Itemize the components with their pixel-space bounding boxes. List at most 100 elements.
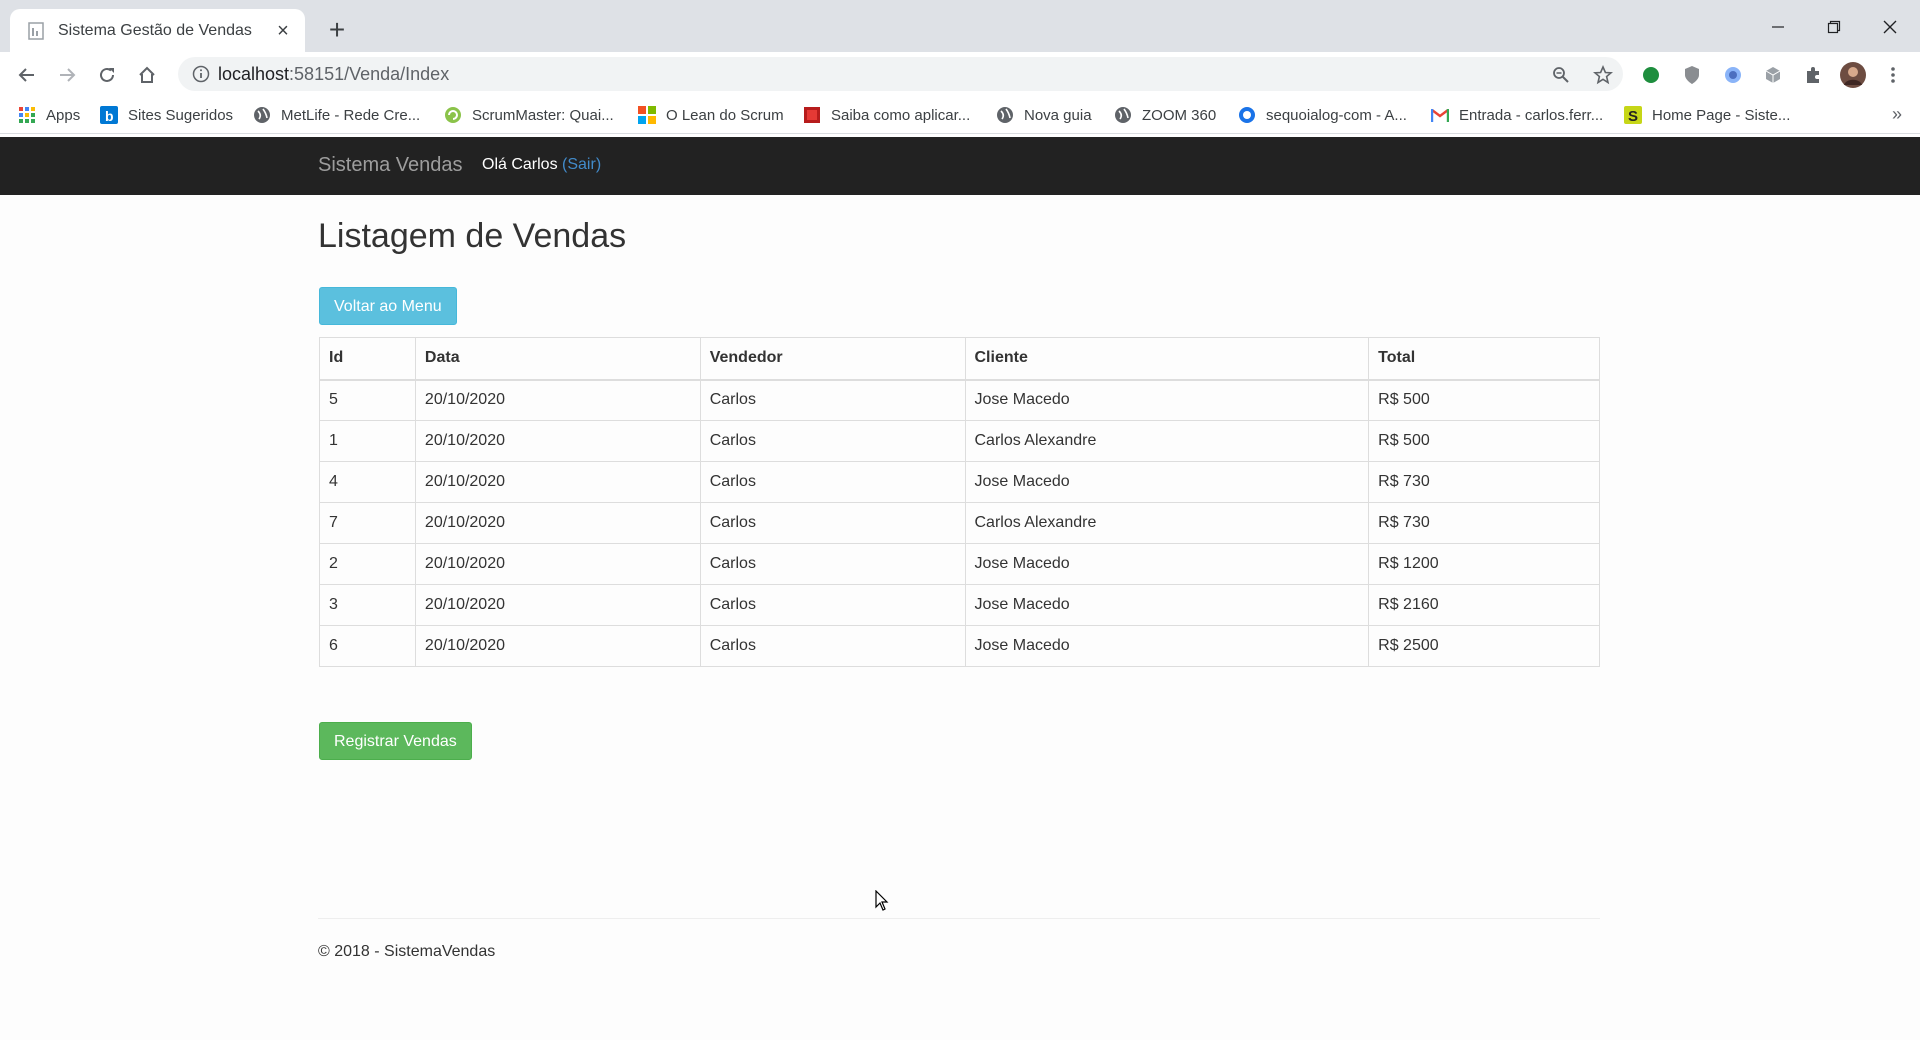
bing-icon: b (100, 106, 118, 124)
cell-vendedor: Carlos (699, 502, 966, 544)
table-header-row: Id Data Vendedor Cliente Total (319, 337, 1600, 381)
cell-vendedor: Carlos (699, 461, 966, 503)
extension-blue-icon[interactable] (1718, 60, 1748, 90)
cell-id: 6 (319, 625, 416, 667)
tab-close-icon[interactable]: × (273, 21, 293, 41)
bookmarks-overflow-icon[interactable]: » (1892, 104, 1902, 125)
footer-divider (318, 918, 1600, 919)
microsoft-icon (638, 106, 656, 124)
cell-data: 20/10/2020 (414, 502, 701, 544)
reload-icon[interactable] (92, 60, 122, 90)
site-info-icon[interactable] (184, 57, 218, 91)
home-icon[interactable] (132, 60, 162, 90)
zoom-icon[interactable] (1546, 60, 1576, 90)
browser-tab[interactable]: Sistema Gestão de Vendas × (10, 9, 305, 52)
logout-link[interactable]: (Sair) (562, 156, 601, 173)
address-bar[interactable]: localhost:58151/Venda/Index (178, 57, 1623, 91)
cell-total: R$ 2160 (1368, 584, 1600, 626)
cell-cliente: Carlos Alexandre (964, 502, 1370, 544)
user-greeting: Olá Carlos (Sair) (482, 156, 601, 174)
browser-tabstrip: Sistema Gestão de Vendas × + (0, 0, 1920, 52)
cell-id: 1 (319, 420, 416, 462)
column-header-total: Total (1368, 337, 1600, 381)
column-header-vendedor: Vendedor (699, 337, 966, 381)
cell-data: 20/10/2020 (414, 584, 701, 626)
bookmark-label: ZOOM 360 (1142, 106, 1217, 124)
bookmark-label: Sites Sugeridos (128, 106, 234, 124)
page-favicon-icon (26, 21, 46, 41)
mouse-cursor-icon (875, 889, 889, 917)
extension-shield-icon[interactable] (1677, 60, 1707, 90)
bookmark-zoom360[interactable]: ZOOM 360 (1114, 103, 1216, 127)
cell-data: 20/10/2020 (414, 625, 701, 667)
bookmark-sites-sugeridos[interactable]: b Sites Sugeridos (100, 103, 233, 127)
cell-cliente: Jose Macedo (964, 543, 1370, 585)
new-tab-icon[interactable]: + (320, 14, 354, 48)
bookmark-nova-guia[interactable]: Nova guia (996, 103, 1092, 127)
cell-id: 4 (319, 461, 416, 503)
column-header-data: Data (414, 337, 701, 381)
url-host: localhost (218, 63, 290, 84)
cell-cliente: Jose Macedo (964, 625, 1370, 667)
extensions-puzzle-icon[interactable] (1798, 60, 1828, 90)
bookmark-apps[interactable]: Apps (18, 103, 80, 127)
forward-arrow-icon[interactable] (52, 60, 82, 90)
table-row: 7 20/10/2020 Carlos Carlos Alexandre R$ … (319, 502, 1600, 544)
extension-green-icon[interactable] (1636, 60, 1666, 90)
greeting-text: Olá Carlos (482, 156, 558, 173)
register-sales-button[interactable]: Registrar Vendas (319, 722, 472, 760)
cell-vendedor: Carlos (699, 584, 966, 626)
svg-text:S: S (1628, 108, 1638, 124)
bookmark-metlife[interactable]: MetLife - Rede Cre... (253, 103, 420, 127)
cell-total: R$ 2500 (1368, 625, 1600, 667)
bookmarks-bar: Apps b Sites Sugeridos MetLife - Rede Cr… (0, 96, 1920, 134)
bookmark-label: MetLife - Rede Cre... (281, 106, 421, 124)
book-icon (803, 106, 821, 124)
globe-icon (253, 106, 271, 124)
cell-data: 20/10/2020 (414, 543, 701, 585)
bookmark-scrummaster[interactable]: ScrumMaster: Quai... (444, 103, 614, 127)
kebab-menu-icon[interactable] (1878, 60, 1908, 90)
bookmark-lean-scrum[interactable]: O Lean do Scrum (638, 103, 784, 127)
cell-cliente: Jose Macedo (964, 584, 1370, 626)
bookmark-label: Saiba como aplicar... (831, 106, 971, 124)
restore-icon[interactable] (1818, 12, 1850, 42)
bookmark-label: Nova guia (1024, 106, 1092, 124)
profile-avatar[interactable] (1838, 60, 1868, 90)
globe-icon (996, 106, 1014, 124)
cell-data: 20/10/2020 (414, 420, 701, 462)
column-header-id: Id (319, 337, 416, 381)
globe-icon (1114, 106, 1132, 124)
bookmark-gmail[interactable]: Entrada - carlos.ferr... (1431, 103, 1603, 127)
cell-vendedor: Carlos (699, 625, 966, 667)
navbar-brand[interactable]: Sistema Vendas (318, 154, 463, 177)
bookmark-label: O Lean do Scrum (666, 106, 784, 124)
cell-total: R$ 500 (1368, 420, 1600, 462)
url-path: :58151/Venda/Index (289, 63, 450, 84)
bookmark-label: ScrumMaster: Quai... (472, 106, 614, 124)
page-title: Listagem de Vendas (318, 217, 627, 255)
table-row: 3 20/10/2020 Carlos Jose Macedo R$ 2160 (319, 584, 1600, 626)
back-arrow-icon[interactable] (12, 60, 42, 90)
bookmark-home-page[interactable]: S Home Page - Siste... (1624, 103, 1790, 127)
s-icon: S (1624, 106, 1642, 124)
scrum-icon (444, 106, 462, 124)
bookmark-sequoialog[interactable]: sequoialog-com - A... (1238, 103, 1407, 127)
bookmark-star-icon[interactable] (1588, 60, 1618, 90)
cell-cliente: Jose Macedo (964, 461, 1370, 503)
cell-total: R$ 500 (1368, 379, 1600, 421)
gmail-icon (1431, 106, 1449, 124)
extension-cube-icon[interactable] (1758, 60, 1788, 90)
close-window-icon[interactable] (1874, 12, 1906, 42)
cell-total: R$ 730 (1368, 502, 1600, 544)
sales-table: Id Data Vendedor Cliente Total 5 20/10/2… (319, 337, 1600, 667)
bookmark-saiba[interactable]: Saiba como aplicar... (803, 103, 970, 127)
table-row: 5 20/10/2020 Carlos Jose Macedo R$ 500 (319, 379, 1600, 421)
back-to-menu-button[interactable]: Voltar ao Menu (319, 287, 457, 325)
circle-icon (1238, 106, 1256, 124)
cell-cliente: Carlos Alexandre (964, 420, 1370, 462)
minimize-icon[interactable] (1762, 12, 1794, 42)
cell-vendedor: Carlos (699, 420, 966, 462)
cell-data: 20/10/2020 (414, 379, 701, 421)
page-viewport: Sistema Vendas Olá Carlos (Sair) Listage… (0, 137, 1920, 1040)
